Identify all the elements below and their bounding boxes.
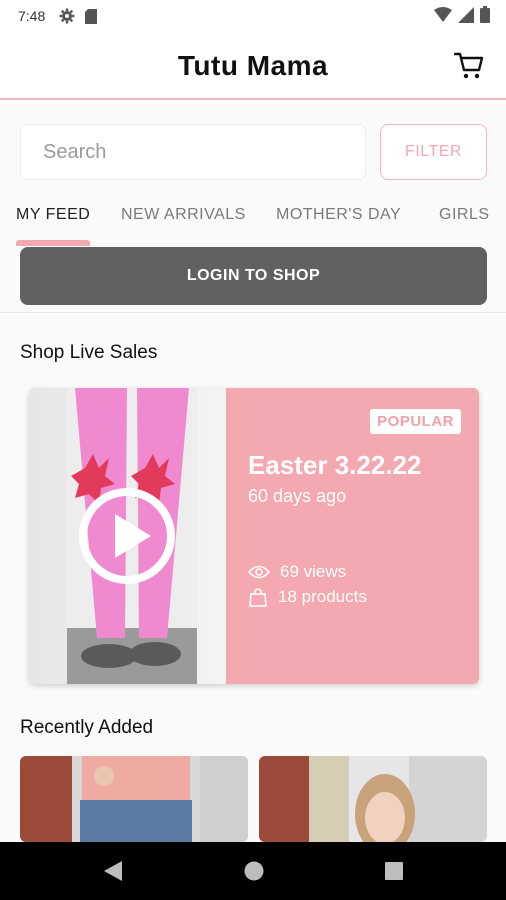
shopping-bag-icon	[249, 588, 267, 607]
divider	[0, 312, 506, 313]
sale-title: Easter 3.22.22	[248, 450, 422, 480]
recents-icon[interactable]	[383, 859, 405, 883]
sale-time-ago: 60 days ago	[248, 486, 347, 506]
gear-icon	[59, 8, 75, 24]
popular-badge: POPULAR	[370, 409, 461, 434]
sale-products: 18 products	[248, 587, 367, 607]
home-icon[interactable]	[243, 859, 265, 883]
live-sale-card[interactable]: POPULAR Easter 3.22.22 60 days ago 69 vi…	[29, 388, 479, 684]
views-count: 69 views	[280, 562, 347, 581]
product-thumbnail[interactable]	[20, 756, 248, 842]
back-icon[interactable]	[102, 859, 124, 883]
wifi-icon	[434, 6, 452, 22]
sale-views: 69 views	[248, 562, 346, 582]
products-count: 18 products	[278, 587, 367, 606]
tab-mothers-day[interactable]: MOTHER'S DAY	[276, 206, 401, 224]
active-tab-indicator	[16, 240, 90, 246]
cart-icon	[453, 52, 484, 79]
sd-card-icon	[85, 8, 98, 24]
live-sales-heading: Shop Live Sales	[20, 342, 158, 363]
filter-button[interactable]: FILTER	[380, 124, 487, 180]
sale-video-thumbnail[interactable]	[29, 388, 226, 684]
status-bar: 7:48	[0, 0, 506, 32]
recently-added-heading: Recently Added	[20, 717, 154, 738]
tab-girls[interactable]: GIRLS	[439, 206, 490, 224]
play-icon[interactable]	[77, 486, 177, 586]
eye-icon	[248, 565, 270, 579]
status-time: 7:48	[18, 8, 46, 24]
login-to-shop-button[interactable]: LOGIN TO SHOP	[20, 247, 487, 305]
battery-icon	[480, 6, 490, 23]
cart-button[interactable]	[453, 50, 484, 80]
search-input[interactable]	[43, 140, 343, 164]
product-photo	[20, 756, 248, 842]
signal-icon	[458, 6, 474, 23]
category-tabs: MY FEED NEW ARRIVALS MOTHER'S DAY GIRLS	[0, 196, 506, 246]
tab-new-arrivals[interactable]: NEW ARRIVALS	[121, 206, 246, 224]
tab-my-feed[interactable]: MY FEED	[16, 206, 90, 224]
sale-info-panel: POPULAR Easter 3.22.22 60 days ago 69 vi…	[226, 388, 479, 684]
search-field[interactable]	[20, 124, 366, 180]
app-header: Tutu Mama	[0, 32, 506, 100]
product-thumbnail[interactable]	[259, 756, 487, 842]
system-nav-bar	[0, 842, 506, 900]
product-photo	[259, 756, 487, 842]
app-title: Tutu Mama	[177, 50, 329, 81]
